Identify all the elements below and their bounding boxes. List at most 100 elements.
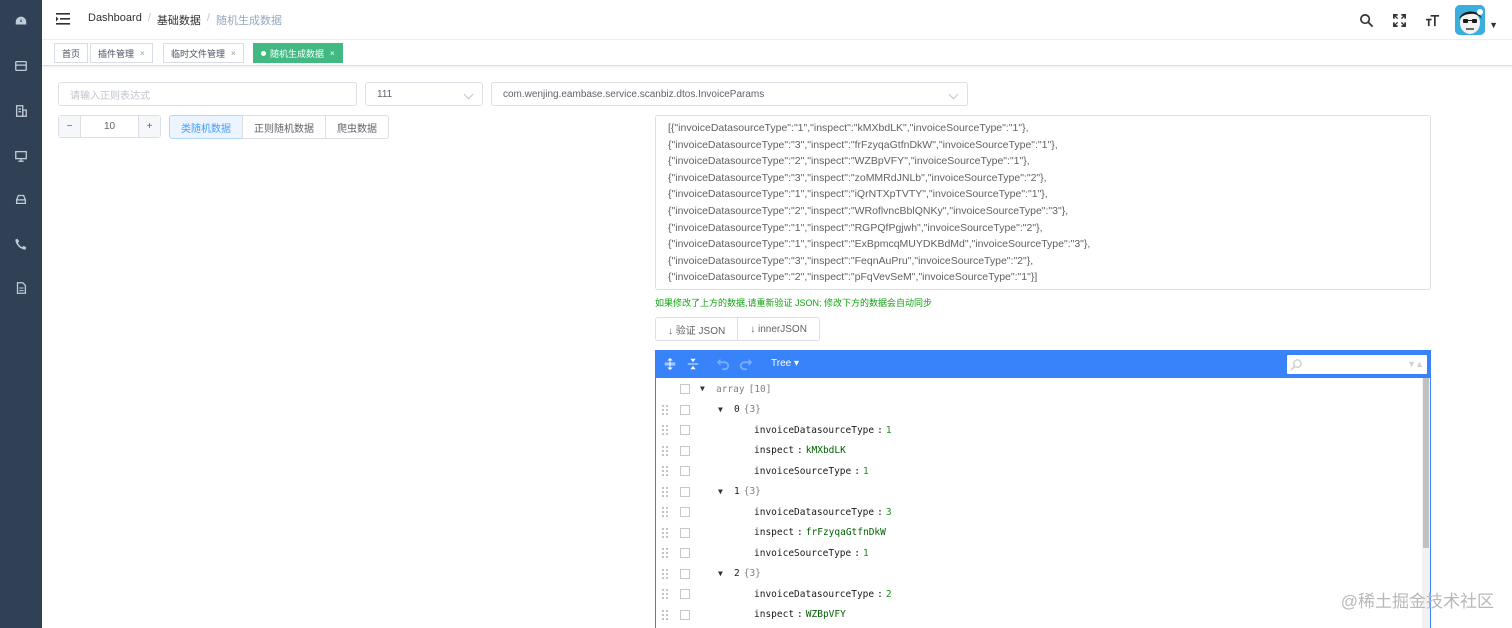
tree-value[interactable]: frFzyqaGtfnDkW xyxy=(806,527,886,538)
tree-value[interactable]: kMXbdLK xyxy=(806,445,846,456)
tree-key[interactable]: inspect: kMXbdLK xyxy=(754,445,846,456)
tree-row[interactable]: inspect: frFzyqaGtfnDkW xyxy=(656,523,1422,543)
json-textarea[interactable]: [{"invoiceDatasourceType":"1","inspect":… xyxy=(655,115,1431,290)
drag-handle-icon[interactable] xyxy=(662,609,668,620)
phone-icon[interactable] xyxy=(0,232,42,256)
tree-key[interactable]: invoiceDatasourceType:3 xyxy=(754,507,892,518)
tree-value[interactable]: 2 xyxy=(886,589,892,600)
drag-handle-icon[interactable] xyxy=(662,568,668,579)
tree-key[interactable]: 1 {3} xyxy=(734,486,761,497)
tree-row[interactable]: invoiceSourceType:1 xyxy=(656,461,1422,481)
drag-handle-icon[interactable] xyxy=(662,466,668,476)
tag-random-data[interactable]: 随机生成数据 × xyxy=(253,43,343,63)
tree-value[interactable]: 1 xyxy=(886,425,892,436)
row-checkbox[interactable] xyxy=(680,568,690,579)
tree-row[interactable]: ▼ array [10] xyxy=(656,379,1422,399)
regex-random-button[interactable]: 正则随机数据 xyxy=(242,115,326,139)
validate-json-button[interactable]: ↓ 验证 JSON xyxy=(655,317,739,341)
row-checkbox[interactable] xyxy=(680,548,690,558)
row-checkbox[interactable] xyxy=(680,445,690,456)
expand-toggle-icon[interactable]: ▼ xyxy=(718,405,723,414)
tree-key[interactable]: invoiceSourceType:1 xyxy=(754,466,869,477)
tree-key[interactable]: invoiceDatasourceType:1 xyxy=(754,425,892,436)
drag-handle-icon[interactable] xyxy=(662,404,668,415)
row-checkbox[interactable] xyxy=(680,486,690,497)
search-nav-icons[interactable]: ▼▲ xyxy=(1407,359,1424,369)
dashboard-icon[interactable] xyxy=(0,9,42,33)
row-checkbox[interactable] xyxy=(680,425,690,435)
caret-down-icon[interactable]: ▼ xyxy=(1489,20,1498,30)
drag-handle-icon[interactable] xyxy=(662,425,668,435)
hamburger-icon[interactable] xyxy=(56,12,70,26)
increase-button[interactable]: + xyxy=(138,116,160,137)
expand-toggle-icon[interactable]: ▼ xyxy=(700,384,705,393)
row-checkbox[interactable] xyxy=(680,466,690,476)
collapse-all-icon[interactable] xyxy=(685,356,701,372)
crawler-button[interactable]: 爬虫数据 xyxy=(325,115,389,139)
quantity-value[interactable]: 10 xyxy=(81,116,138,137)
tree-key[interactable]: inspect: WZBpVFY xyxy=(754,609,846,620)
inner-json-button[interactable]: ↓ innerJSON xyxy=(737,317,820,341)
tree-row[interactable]: ▼ 0 {3} xyxy=(656,400,1422,420)
row-checkbox[interactable] xyxy=(680,404,690,415)
close-icon[interactable]: × xyxy=(231,49,236,58)
tree-row[interactable]: ▼ 2 {3} xyxy=(656,564,1422,584)
tree-key[interactable]: inspect: frFzyqaGtfnDkW xyxy=(754,527,886,538)
regex-input[interactable]: 请输入正则表达式 xyxy=(58,82,357,106)
tree-key[interactable]: invoiceDatasourceType:2 xyxy=(754,589,892,600)
drag-handle-icon[interactable] xyxy=(662,486,668,497)
cloud-drive-icon[interactable] xyxy=(0,187,42,211)
tree-key[interactable]: array [10] xyxy=(716,384,772,395)
tree-key[interactable]: 2 {3} xyxy=(734,568,761,579)
drag-handle-icon[interactable] xyxy=(662,548,668,558)
decrease-button[interactable]: − xyxy=(59,116,81,137)
document-icon[interactable] xyxy=(0,276,42,300)
tree-row[interactable]: invoiceSourceType:1 xyxy=(656,543,1422,563)
row-checkbox[interactable] xyxy=(680,609,690,620)
tree-value[interactable]: WZBpVFY xyxy=(806,609,846,620)
class-select[interactable]: com.wenjing.eambase.service.scanbiz.dtos… xyxy=(491,82,968,106)
row-checkbox[interactable] xyxy=(680,507,690,517)
tree-key[interactable]: 0 {3} xyxy=(734,404,761,415)
expand-toggle-icon[interactable]: ▼ xyxy=(718,569,723,578)
tree-row[interactable]: ▼ 1 {3} xyxy=(656,482,1422,502)
undo-icon[interactable] xyxy=(715,356,731,372)
breadcrumb-item-dashboard[interactable]: Dashboard xyxy=(88,12,142,28)
monitor-icon[interactable] xyxy=(0,144,42,168)
editor-search-input[interactable]: ▼▲ xyxy=(1286,354,1428,375)
count-select[interactable]: 111 xyxy=(365,82,483,106)
close-icon[interactable]: × xyxy=(140,49,145,58)
tree-row[interactable]: invoiceDatasourceType:1 xyxy=(656,420,1422,440)
tag-plugin-management[interactable]: 插件管理 × xyxy=(90,43,153,63)
drag-handle-icon[interactable] xyxy=(662,589,668,599)
row-checkbox[interactable] xyxy=(680,527,690,538)
breadcrumb-item-basic-data[interactable]: 基础数据 xyxy=(157,12,201,28)
expand-toggle-icon[interactable]: ▼ xyxy=(718,487,723,496)
row-checkbox[interactable] xyxy=(680,384,690,394)
drag-handle-icon[interactable] xyxy=(662,527,668,538)
scrollbar-thumb[interactable] xyxy=(1423,378,1429,548)
class-random-button[interactable]: 类随机数据 xyxy=(169,115,243,139)
tree-key[interactable]: invoiceSourceType:1 xyxy=(754,548,869,559)
tree-value[interactable]: 1 xyxy=(863,548,869,559)
redo-icon[interactable] xyxy=(738,356,754,372)
fullscreen-icon[interactable] xyxy=(1391,12,1407,28)
search-icon[interactable] xyxy=(1358,12,1374,28)
expand-all-icon[interactable] xyxy=(662,356,678,372)
tag-temp-file-management[interactable]: 临时文件管理 × xyxy=(163,43,244,63)
tree-row[interactable]: inspect: WZBpVFY xyxy=(656,605,1422,625)
tree-value[interactable]: 1 xyxy=(863,466,869,477)
tree-row[interactable]: inspect: kMXbdLK xyxy=(656,441,1422,461)
close-icon[interactable]: × xyxy=(330,49,335,58)
tree-row[interactable]: invoiceDatasourceType:3 xyxy=(656,502,1422,522)
building-icon[interactable] xyxy=(0,99,42,123)
mode-switch[interactable]: Tree ▾ xyxy=(771,358,799,369)
font-size-icon[interactable] xyxy=(1424,12,1440,28)
tree-row[interactable]: invoiceDatasourceType:2 xyxy=(656,584,1422,604)
inbox-icon[interactable] xyxy=(0,54,42,78)
row-checkbox[interactable] xyxy=(680,589,690,599)
drag-handle-icon[interactable] xyxy=(662,445,668,456)
drag-handle-icon[interactable] xyxy=(662,507,668,517)
tag-home[interactable]: 首页 xyxy=(54,43,89,63)
tree-value[interactable]: 3 xyxy=(886,507,892,518)
